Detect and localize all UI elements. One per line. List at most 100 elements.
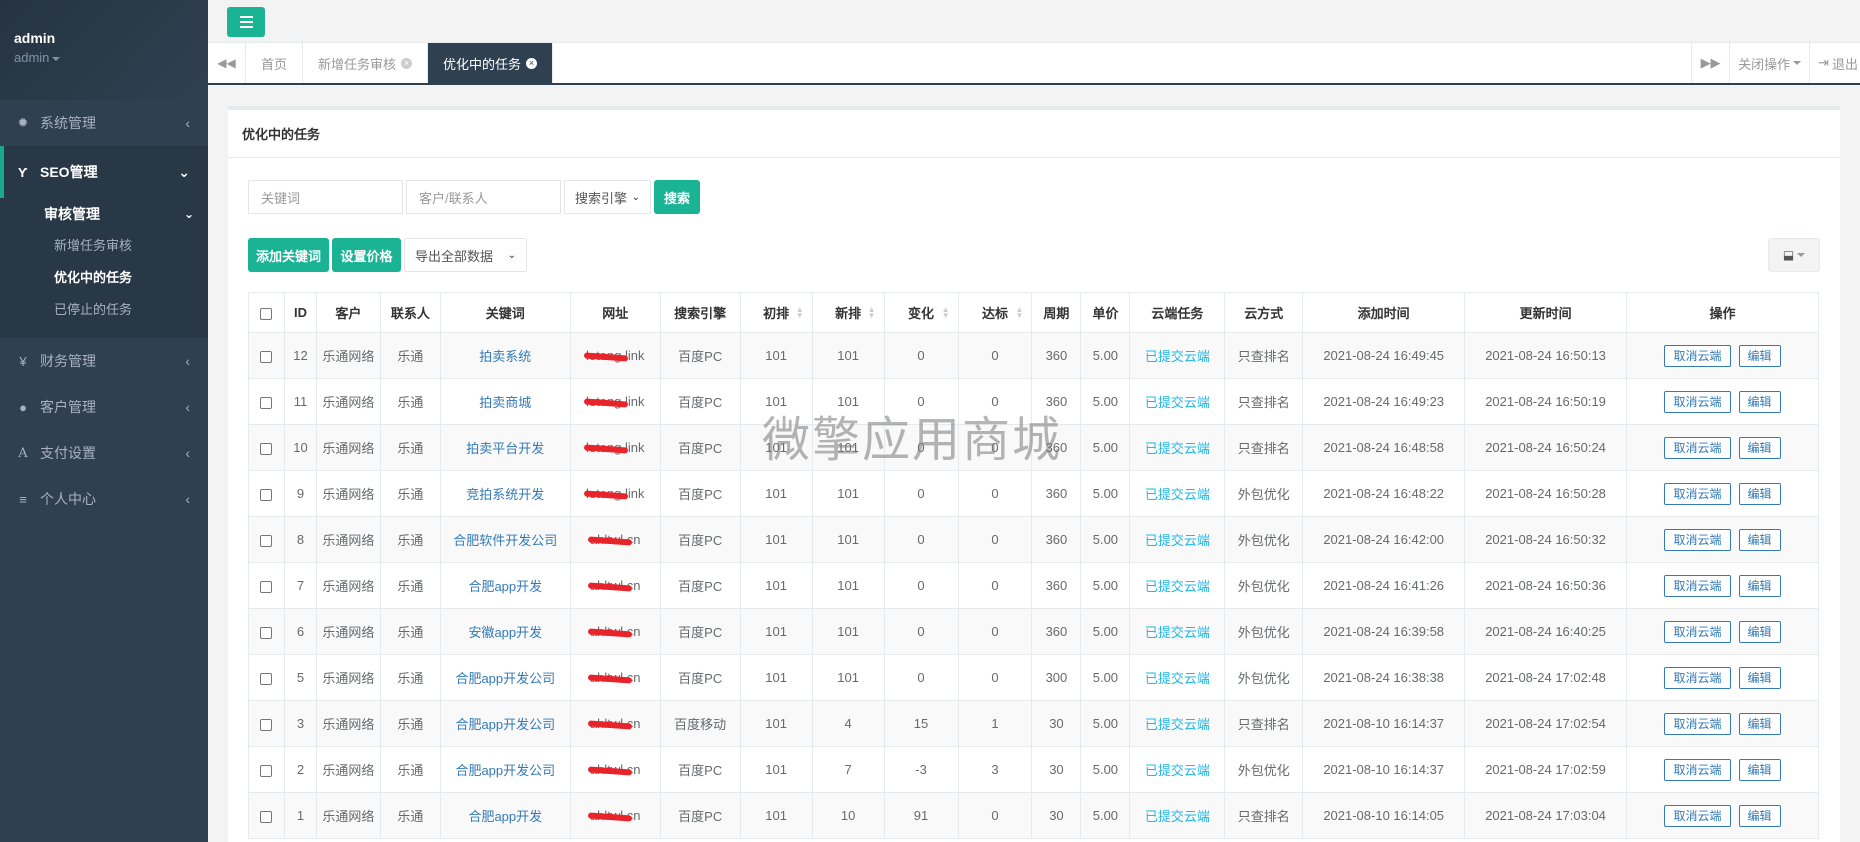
edit-button[interactable]: 编辑 [1738, 344, 1781, 367]
edit-button[interactable]: 编辑 [1738, 620, 1781, 643]
edit-button[interactable]: 编辑 [1738, 482, 1781, 505]
sidebar-item-payment[interactable]: A 支付设置 ‹ [0, 430, 208, 476]
keyword-value[interactable]: 拍卖系统 [479, 349, 531, 364]
cancel-cloud-button[interactable]: 取消云端 [1664, 758, 1731, 781]
edit-button[interactable]: 编辑 [1738, 666, 1781, 689]
change-value: 0 [917, 578, 925, 593]
tab-scroll-right-button[interactable]: ▶▶ [1691, 43, 1729, 83]
set-price-button[interactable]: 设置价格 [332, 238, 401, 272]
row-checkbox[interactable] [260, 580, 273, 593]
cell-select [248, 332, 285, 379]
col-header-new-rank[interactable]: 新排 ▲ ▼ [811, 292, 885, 333]
menu-toggle-button[interactable] [227, 7, 265, 37]
row-checkbox[interactable] [260, 810, 273, 823]
font-icon: A [18, 445, 28, 461]
cancel-cloud-button[interactable]: 取消云端 [1664, 620, 1731, 643]
keyword-value[interactable]: 合肥app开发 [468, 809, 542, 824]
cell-reach: 0 [957, 424, 1033, 471]
close-icon[interactable]: × [401, 57, 413, 69]
keyword-value[interactable]: 合肥app开发 [468, 579, 542, 594]
sidebar-item-system[interactable]: ✹ 系统管理 ‹ [0, 100, 208, 146]
search-button[interactable]: 搜索 [654, 180, 700, 214]
tab-home[interactable]: 首页 [246, 43, 304, 83]
cloud-task-value[interactable]: 已提交云端 [1145, 763, 1210, 778]
col-header-reach[interactable]: 达标 ▲ ▼ [957, 292, 1033, 333]
row-checkbox[interactable] [260, 672, 273, 685]
col-header-change[interactable]: 变化 ▲ ▼ [883, 292, 959, 333]
row-checkbox[interactable] [260, 488, 273, 501]
sidebar-item-finance[interactable]: ¥ 财务管理 ‹ [0, 338, 208, 384]
cancel-cloud-button[interactable]: 取消云端 [1664, 712, 1731, 735]
cell-cycle: 360 [1031, 424, 1082, 471]
sidebar-item-seo[interactable]: Ƴ SEO管理 ⌄ [0, 146, 208, 198]
row-checkbox[interactable] [260, 764, 273, 777]
row-checkbox[interactable] [260, 718, 273, 731]
cancel-cloud-button[interactable]: 取消云端 [1664, 390, 1731, 413]
keyword-value[interactable]: 拍卖平台开发 [466, 441, 544, 456]
cloud-task-value[interactable]: 已提交云端 [1145, 533, 1210, 548]
cancel-cloud-button[interactable]: 取消云端 [1664, 344, 1731, 367]
row-checkbox[interactable] [260, 396, 273, 409]
sidebar-item-customers[interactable]: ● 客户管理 ‹ [0, 384, 208, 430]
export-select[interactable]: 导出全部数据 ⌄ [404, 238, 527, 272]
col-header-init-rank[interactable]: 初排 ▲ ▼ [739, 292, 813, 333]
row-checkbox[interactable] [260, 350, 273, 363]
edit-button[interactable]: 编辑 [1738, 390, 1781, 413]
keyword-value[interactable]: 拍卖商城 [479, 395, 531, 410]
keyword-value[interactable]: 合肥app开发公司 [455, 717, 555, 732]
cancel-cloud-button[interactable]: 取消云端 [1664, 482, 1731, 505]
keyword-value[interactable]: 合肥软件开发公司 [453, 533, 557, 548]
customer-input[interactable]: 客户/联系人 [406, 180, 561, 214]
profile-role-dropdown[interactable]: admin [14, 50, 194, 65]
cloud-task-value[interactable]: 已提交云端 [1145, 487, 1210, 502]
cloud-task-value[interactable]: 已提交云端 [1145, 441, 1210, 456]
cancel-cloud-button[interactable]: 取消云端 [1664, 436, 1731, 459]
cloud-task-value[interactable]: 已提交云端 [1145, 395, 1210, 410]
edit-button[interactable]: 编辑 [1738, 574, 1781, 597]
close-ops-dropdown[interactable]: 关闭操作 [1729, 43, 1809, 83]
select-all-checkbox[interactable] [260, 307, 273, 320]
cloud-task-value[interactable]: 已提交云端 [1145, 579, 1210, 594]
keyword-value[interactable]: 合肥app开发公司 [455, 763, 555, 778]
export-tools-button[interactable]: ⬓ [1768, 238, 1820, 272]
updated-time-value: 2021-08-24 16:40:25 [1485, 624, 1606, 639]
cancel-cloud-button[interactable]: 取消云端 [1664, 666, 1731, 689]
tab-optimizing[interactable]: 优化中的任务 × [428, 43, 554, 83]
keyword-value[interactable]: 竞拍系统开发 [466, 487, 544, 502]
sidebar-item-new-review[interactable]: 新增任务审核 [0, 230, 208, 262]
id-value: 9 [296, 486, 305, 501]
engine-select[interactable]: 搜索引擎 ⌄ [564, 180, 651, 214]
cancel-cloud-button[interactable]: 取消云端 [1664, 528, 1731, 551]
add-keyword-button[interactable]: 添加关键词 [248, 238, 329, 272]
change-value: 0 [917, 624, 925, 639]
sidebar-item-profile[interactable]: ≡ 个人中心 ‹ [0, 476, 208, 522]
cloud-task-value[interactable]: 已提交云端 [1145, 349, 1210, 364]
edit-button[interactable]: 编辑 [1738, 436, 1781, 459]
edit-button[interactable]: 编辑 [1738, 712, 1781, 735]
keyword-value[interactable]: 安徽app开发 [468, 625, 542, 640]
edit-button[interactable]: 编辑 [1738, 528, 1781, 551]
cell-new-rank: 101 [811, 562, 885, 609]
keyword-value[interactable]: 合肥app开发公司 [455, 671, 555, 686]
tab-scroll-left-button[interactable]: ◀◀ [208, 43, 246, 83]
cloud-task-value[interactable]: 已提交云端 [1145, 671, 1210, 686]
cloud-task-value[interactable]: 已提交云端 [1145, 809, 1210, 824]
download-icon: ⬓ [1782, 248, 1795, 262]
cancel-cloud-button[interactable]: 取消云端 [1664, 574, 1731, 597]
cell-select [248, 562, 285, 609]
cloud-task-value[interactable]: 已提交云端 [1145, 717, 1210, 732]
logout-button[interactable]: ⇥ 退出 [1809, 43, 1860, 83]
cloud-task-value[interactable]: 已提交云端 [1145, 625, 1210, 640]
row-checkbox[interactable] [260, 626, 273, 639]
sidebar-item-review[interactable]: 审核管理 ⌄ [0, 198, 208, 230]
sidebar-item-stopped[interactable]: 已停止的任务 [0, 294, 208, 326]
keyword-input[interactable]: 关键词 [248, 180, 403, 214]
close-icon[interactable]: × [526, 57, 538, 69]
cancel-cloud-button[interactable]: 取消云端 [1664, 804, 1731, 827]
tab-new-review[interactable]: 新增任务审核 × [303, 43, 429, 83]
row-checkbox[interactable] [260, 442, 273, 455]
edit-button[interactable]: 编辑 [1738, 758, 1781, 781]
sidebar-item-optimizing[interactable]: 优化中的任务 [0, 262, 208, 294]
edit-button[interactable]: 编辑 [1738, 804, 1781, 827]
row-checkbox[interactable] [260, 534, 273, 547]
